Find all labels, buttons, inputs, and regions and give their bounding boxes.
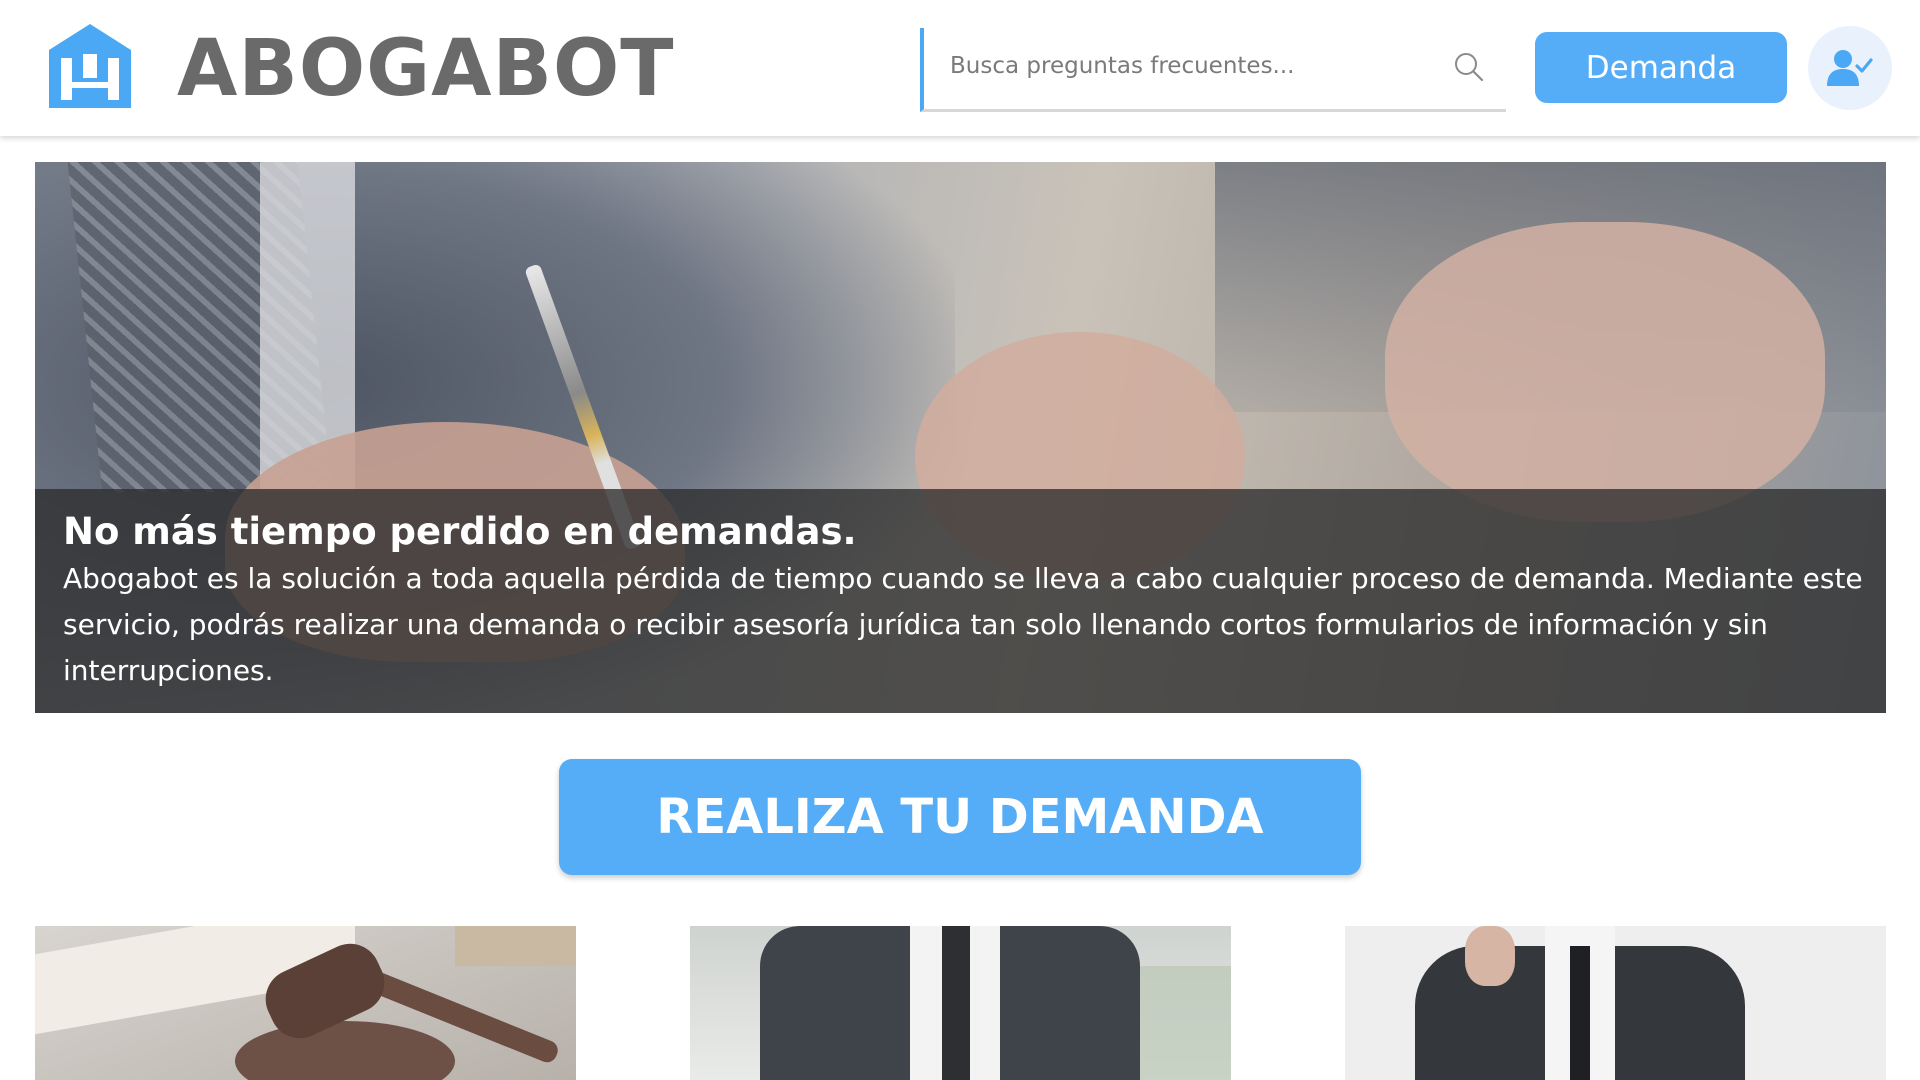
hero-title: No más tiempo perdido en demandas.	[63, 510, 857, 553]
user-account-button[interactable]	[1808, 26, 1892, 110]
realiza-demanda-button[interactable]: REALIZA TU DEMANDA	[559, 759, 1361, 875]
hero-banner: No más tiempo perdido en demandas. Aboga…	[35, 162, 1886, 713]
demanda-button[interactable]: Demanda	[1535, 32, 1787, 103]
service-card-gavel[interactable]	[35, 926, 576, 1080]
service-card-lawyer-standing[interactable]	[1345, 926, 1886, 1080]
search-bar	[920, 28, 1506, 112]
top-navbar: ABOGABOT Demanda	[0, 0, 1920, 136]
search-icon[interactable]	[1452, 50, 1486, 84]
service-card-lawyer-signing[interactable]	[690, 926, 1231, 1080]
brand-name[interactable]: ABOGABOT	[177, 26, 674, 112]
search-input[interactable]	[950, 46, 1420, 86]
card-image-tie	[1570, 946, 1590, 1080]
hero-description: Abogabot es la solución a toda aquella p…	[63, 562, 1863, 687]
hero-image-hand-right	[1385, 222, 1825, 522]
building-logo-icon[interactable]	[45, 20, 135, 112]
card-image-gavel-base	[235, 1021, 455, 1080]
card-image-book-right	[455, 926, 576, 966]
user-check-icon	[1827, 50, 1873, 86]
card-image-tie	[942, 926, 970, 1080]
card-image-background	[1140, 966, 1231, 1080]
card-image-hand	[1465, 926, 1515, 986]
